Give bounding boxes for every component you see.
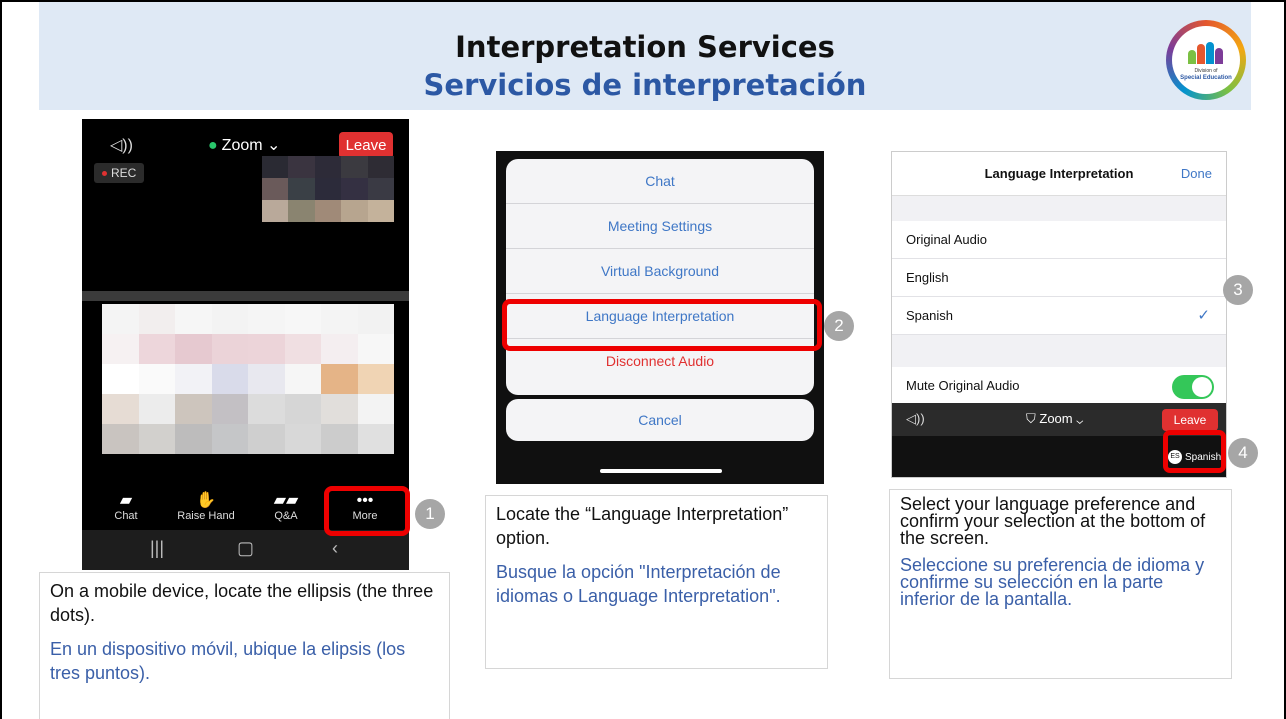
- record-dot-icon: [102, 171, 107, 177]
- logo-text-special-education: Special Education: [1180, 75, 1232, 81]
- meeting-title-dropdown[interactable]: ● Zoom ⌄: [208, 135, 280, 155]
- shield-icon: ⛉: [1026, 411, 1036, 426]
- caption-step-3-spanish: Seleccione su preferencia de idioma y co…: [900, 555, 1205, 609]
- highlight-more-button: [324, 486, 410, 536]
- title-banner: Interpretation Services Servicios de int…: [39, 2, 1251, 110]
- language-panel-title: Language Interpretation: [984, 166, 1134, 181]
- hand-icon: ✋: [196, 492, 216, 509]
- caption-step-2: Locate the “Language Interpretation” opt…: [485, 495, 828, 669]
- caption-step-1: On a mobile device, locate the ellipsis …: [39, 572, 450, 719]
- people-icon: [1188, 42, 1224, 64]
- page-subtitle: Servicios de interpretación: [423, 68, 867, 102]
- option-english[interactable]: English: [892, 259, 1226, 297]
- shield-icon: ●: [208, 137, 218, 154]
- recording-badge: REC: [94, 163, 145, 183]
- caption-step-2-spanish: Busque la opción "Interpretación de idio…: [496, 562, 781, 606]
- step-number-1: 1: [415, 499, 445, 529]
- shared-screen-browser-bar: [82, 291, 409, 301]
- option-original-audio[interactable]: Original Audio: [892, 221, 1226, 259]
- raise-hand-toolbar-button[interactable]: ✋ Raise Hand: [171, 492, 241, 522]
- step-number-3: 3: [1223, 275, 1253, 305]
- highlight-language-interpretation: [502, 299, 822, 351]
- meeting-title-dropdown[interactable]: ⛉ Zoom ⌄: [1026, 411, 1083, 427]
- checkmark-icon: ✓: [1197, 307, 1210, 324]
- step-number-2: 2: [824, 311, 854, 341]
- blurred-video-thumbnail: [262, 156, 394, 222]
- back-icon[interactable]: ‹: [332, 538, 338, 559]
- qa-icon: ▰▰: [273, 492, 299, 509]
- menu-item-virtual-background[interactable]: Virtual Background: [506, 249, 814, 294]
- caption-step-3-english: Select your language preference and conf…: [900, 494, 1206, 548]
- home-icon[interactable]: ▢: [237, 538, 254, 559]
- android-nav-bar: ||| ▢ ‹: [82, 530, 409, 570]
- speaker-icon[interactable]: ◁)): [906, 411, 925, 427]
- caption-step-1-english: On a mobile device, locate the ellipsis …: [50, 581, 434, 625]
- chat-toolbar-button[interactable]: ▰ Chat: [91, 492, 161, 522]
- menu-item-chat[interactable]: Chat: [506, 159, 814, 204]
- option-spanish[interactable]: Spanish ✓: [892, 297, 1226, 335]
- cancel-button[interactable]: Cancel: [506, 399, 814, 441]
- more-menu: Chat Meeting Settings Virtual Background…: [506, 159, 814, 395]
- mute-original-audio-toggle[interactable]: [1172, 375, 1214, 399]
- leave-button[interactable]: Leave: [1162, 409, 1218, 431]
- mute-original-audio-row: Mute Original Audio: [892, 367, 1226, 405]
- caption-step-1-spanish: En un dispositivo móvil, ubique la elips…: [50, 639, 406, 683]
- phone-screenshot-language-interpretation: Language Interpretation Done Original Au…: [891, 151, 1227, 478]
- highlight-spanish-badge: [1163, 430, 1226, 473]
- slide: Interpretation Services Servicios de int…: [0, 0, 1286, 719]
- qa-toolbar-button[interactable]: ▰▰ Q&A: [251, 492, 321, 522]
- caption-step-3: Select your language preference and conf…: [889, 489, 1232, 679]
- division-logo: Division of Special Education: [1166, 20, 1246, 100]
- speaker-icon[interactable]: ◁)): [110, 135, 133, 155]
- chat-icon: ▰: [119, 492, 133, 509]
- home-indicator: [600, 469, 722, 473]
- blurred-shared-screen: [102, 304, 394, 454]
- logo-text-division: Division of: [1194, 68, 1218, 74]
- done-button[interactable]: Done: [1181, 166, 1212, 181]
- recent-apps-icon[interactable]: |||: [150, 538, 164, 559]
- page-title: Interpretation Services: [455, 30, 835, 64]
- section-spacer: [892, 196, 1226, 221]
- leave-button[interactable]: Leave: [339, 132, 393, 159]
- section-spacer: [892, 335, 1226, 367]
- caption-step-2-english: Locate the “Language Interpretation” opt…: [496, 504, 789, 548]
- step-number-4: 4: [1228, 438, 1258, 468]
- menu-item-meeting-settings[interactable]: Meeting Settings: [506, 204, 814, 249]
